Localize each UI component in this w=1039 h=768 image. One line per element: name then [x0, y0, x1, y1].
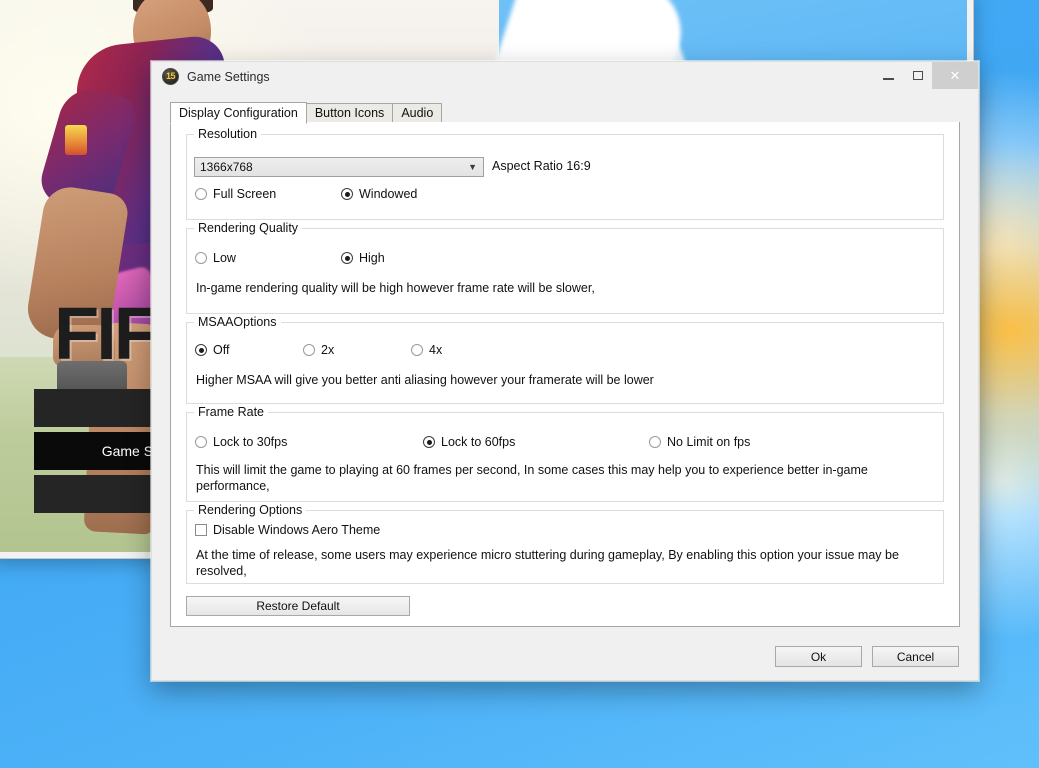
window-title: Game Settings	[187, 69, 270, 84]
radio-msaa-off[interactable]: Off	[195, 343, 303, 357]
radio-label: Full Screen	[213, 187, 277, 201]
rendering-options-group: Rendering Options Disable Windows Aero T…	[186, 503, 944, 584]
radio-label: Off	[213, 343, 230, 357]
radio-indicator	[195, 188, 207, 200]
radio-no-limit-fps[interactable]: No Limit on fps	[649, 435, 750, 449]
radio-indicator	[649, 436, 661, 448]
cancel-button[interactable]: Cancel	[872, 646, 959, 667]
radio-indicator	[341, 252, 353, 264]
radio-msaa-2x[interactable]: 2x	[303, 343, 411, 357]
radio-label: No Limit on fps	[667, 435, 751, 449]
rendering-options-description: At the time of release, some users may e…	[196, 548, 899, 578]
msaa-options-group: MSAAOptions Off 2x 4x Higher MSAA will g…	[186, 315, 944, 404]
checkbox-indicator	[195, 524, 207, 536]
rendering-options-legend: Rendering Options	[194, 503, 307, 517]
close-icon: ✕	[949, 67, 961, 83]
resolution-select[interactable]: 1366x768 ▼	[194, 157, 484, 177]
radio-label: High	[359, 251, 385, 265]
resolution-selected-value: 1366x768	[200, 160, 253, 174]
msaa-description: Higher MSAA will give you better anti al…	[196, 373, 654, 387]
radio-indicator	[303, 344, 315, 356]
window-controls: ✕	[874, 62, 978, 89]
display-configuration-panel: Resolution 1366x768 ▼ Aspect Ratio 16:9 …	[170, 122, 960, 627]
aspect-ratio-label: Aspect Ratio 16:9	[492, 159, 591, 173]
frame-rate-legend: Frame Rate	[194, 405, 268, 419]
radio-label: Low	[213, 251, 236, 265]
radio-lock-60fps[interactable]: Lock to 60fps	[423, 435, 649, 449]
league-badge	[65, 125, 87, 155]
maximize-icon	[912, 71, 923, 80]
app-icon-label: 15	[165, 71, 176, 81]
checkbox-label: Disable Windows Aero Theme	[213, 523, 381, 537]
rendering-quality-legend: Rendering Quality	[194, 221, 303, 235]
radio-indicator	[195, 436, 207, 448]
minimize-icon	[883, 78, 894, 80]
restore-default-button[interactable]: Restore Default	[186, 596, 410, 616]
radio-indicator	[341, 188, 353, 200]
maximize-button[interactable]	[903, 62, 932, 89]
radio-indicator	[411, 344, 423, 356]
radio-indicator	[195, 252, 207, 264]
dialog-body: Display Configuration Button Icons Audio…	[152, 91, 978, 680]
frame-rate-description: This will limit the game to playing at 6…	[196, 463, 868, 493]
radio-quality-low[interactable]: Low	[195, 251, 341, 265]
radio-quality-high[interactable]: High	[341, 251, 385, 265]
game-settings-dialog: 15 Game Settings ✕ Display Configuration…	[151, 61, 979, 681]
radio-label: 2x	[321, 343, 335, 357]
radio-indicator	[423, 436, 435, 448]
radio-label: Lock to 60fps	[441, 435, 516, 449]
msaa-legend: MSAAOptions	[194, 315, 281, 329]
dialog-title-bar[interactable]: 15 Game Settings ✕	[152, 62, 978, 91]
close-button[interactable]: ✕	[932, 62, 978, 89]
radio-label: Windowed	[359, 187, 418, 201]
tab-strip: Display Configuration Button Icons Audio	[170, 102, 960, 124]
resolution-legend: Resolution	[194, 127, 262, 141]
rendering-quality-group: Rendering Quality Low High In-game rende…	[186, 221, 944, 314]
ok-button[interactable]: Ok	[775, 646, 862, 667]
tab-button-icons[interactable]: Button Icons	[305, 103, 394, 123]
minimize-button[interactable]	[874, 62, 903, 89]
rendering-quality-description: In-game rendering quality will be high h…	[196, 281, 595, 295]
radio-indicator	[195, 344, 207, 356]
tab-display-configuration[interactable]: Display Configuration	[170, 102, 307, 124]
radio-msaa-4x[interactable]: 4x	[411, 343, 442, 357]
chevron-down-icon: ▼	[468, 162, 477, 172]
radio-windowed[interactable]: Windowed	[341, 187, 417, 201]
radio-full-screen[interactable]: Full Screen	[195, 187, 341, 201]
checkbox-disable-aero-theme[interactable]: Disable Windows Aero Theme	[195, 523, 380, 537]
radio-label: Lock to 30fps	[213, 435, 288, 449]
radio-label: 4x	[429, 343, 443, 357]
resolution-group: Resolution 1366x768 ▼ Aspect Ratio 16:9 …	[186, 127, 944, 220]
desktop: FIFA Game Settings 15 Game Settings ✕ Di…	[0, 0, 1039, 768]
radio-lock-30fps[interactable]: Lock to 30fps	[195, 435, 423, 449]
fifa-15-icon: 15	[162, 68, 179, 85]
frame-rate-group: Frame Rate Lock to 30fps Lock to 60fps N…	[186, 405, 944, 502]
tab-audio[interactable]: Audio	[392, 103, 443, 123]
